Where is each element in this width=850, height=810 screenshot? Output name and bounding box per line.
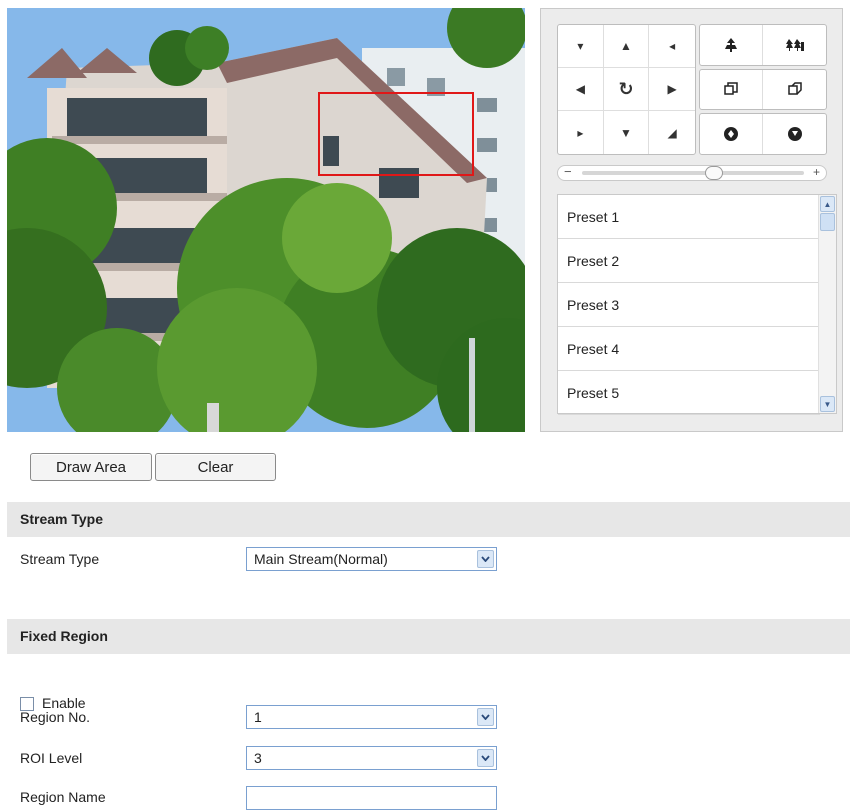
ptz-direction-pad: ▾ ▲ ◂ ◀ ↻ ▶ ▸ ▼ ◢ bbox=[557, 24, 696, 155]
stream-type-label: Stream Type bbox=[20, 551, 100, 567]
speed-slider-thumb[interactable] bbox=[705, 166, 723, 180]
arrow-right-icon: ▶ bbox=[667, 82, 677, 96]
scroll-thumb[interactable] bbox=[820, 213, 835, 231]
region-no-label: Region No. bbox=[20, 709, 91, 725]
pan-up-button[interactable]: ▲ bbox=[603, 25, 650, 68]
pan-down-button[interactable]: ▼ bbox=[604, 111, 650, 154]
speed-minus-label: − bbox=[564, 164, 572, 179]
auto-pan-button[interactable]: ↻ bbox=[603, 68, 650, 111]
arrow-down-icon: ▼ bbox=[620, 125, 632, 140]
arrow-left-icon: ◀ bbox=[575, 82, 585, 96]
iris-close-button[interactable] bbox=[763, 114, 826, 154]
ptz-function-buttons bbox=[699, 24, 827, 155]
focus-row bbox=[699, 68, 827, 111]
arrow-down-right-icon: ◢ bbox=[667, 125, 677, 140]
zoom-in-icon bbox=[725, 37, 737, 52]
stream-type-value: Main Stream(Normal) bbox=[254, 551, 388, 567]
preset-scrollbar[interactable]: ▲ ▼ bbox=[818, 195, 836, 413]
auto-rotate-icon: ↻ bbox=[618, 78, 634, 99]
preset-item[interactable]: Preset 1 bbox=[558, 195, 820, 239]
arrow-up-icon: ▲ bbox=[620, 39, 632, 53]
focus-far-icon bbox=[787, 82, 802, 96]
preset-list: Preset 1 Preset 2 Preset 3 Preset 4 Pres… bbox=[557, 194, 837, 415]
arrow-up-right-icon: ◂ bbox=[669, 39, 676, 53]
zoom-out-button[interactable] bbox=[763, 25, 826, 65]
preset-item[interactable]: Preset 5 bbox=[558, 371, 820, 415]
arrow-down-left-icon: ▸ bbox=[577, 125, 584, 140]
speed-track bbox=[582, 171, 804, 175]
scroll-up-icon[interactable]: ▲ bbox=[820, 196, 835, 212]
pan-up-right-button[interactable]: ◂ bbox=[649, 25, 695, 68]
stream-type-select[interactable]: Main Stream(Normal) bbox=[246, 547, 497, 571]
pan-down-left-button[interactable]: ▸ bbox=[558, 111, 604, 154]
ptz-control-panel: ▾ ▲ ◂ ◀ ↻ ▶ ▸ ▼ ◢ − + Preset 1 Preset 2 … bbox=[540, 8, 843, 432]
pan-up-left-button[interactable]: ▾ bbox=[558, 25, 604, 68]
iris-open-icon bbox=[724, 127, 738, 142]
focus-near-button[interactable] bbox=[700, 69, 763, 110]
pan-down-right-button[interactable]: ◢ bbox=[649, 111, 695, 154]
region-no-value: 1 bbox=[254, 709, 262, 725]
zoom-out-icon bbox=[785, 38, 804, 51]
zoom-in-button[interactable] bbox=[700, 25, 763, 65]
arrow-up-left-icon: ▾ bbox=[577, 39, 584, 53]
pan-left-button[interactable]: ◀ bbox=[558, 68, 604, 111]
preset-item[interactable]: Preset 2 bbox=[558, 239, 820, 283]
chevron-down-icon bbox=[477, 749, 494, 767]
ptz-speed-slider[interactable]: − + bbox=[557, 164, 827, 181]
stream-type-section-header: Stream Type bbox=[7, 502, 850, 537]
roi-region-box[interactable] bbox=[318, 92, 474, 176]
fixed-region-section-header: Fixed Region bbox=[7, 619, 850, 654]
live-video-view[interactable] bbox=[7, 8, 525, 432]
scroll-down-icon[interactable]: ▼ bbox=[820, 396, 835, 412]
pan-right-button[interactable]: ▶ bbox=[649, 68, 695, 111]
iris-close-icon bbox=[787, 127, 802, 142]
region-name-label: Region Name bbox=[20, 789, 106, 805]
chevron-down-icon bbox=[477, 550, 494, 568]
zoom-row bbox=[699, 24, 827, 66]
region-name-input[interactable] bbox=[246, 786, 497, 810]
iris-row bbox=[699, 113, 827, 155]
speed-plus-label: + bbox=[812, 165, 820, 179]
clear-button[interactable]: Clear bbox=[155, 453, 276, 481]
preset-item[interactable]: Preset 4 bbox=[558, 327, 820, 371]
video-frame-image bbox=[7, 8, 525, 432]
roi-level-select[interactable]: 3 bbox=[246, 746, 497, 770]
preset-item[interactable]: Preset 3 bbox=[558, 283, 820, 327]
focus-near-icon bbox=[724, 82, 738, 96]
roi-level-label: ROI Level bbox=[20, 750, 83, 766]
iris-open-button[interactable] bbox=[700, 114, 763, 154]
roi-level-value: 3 bbox=[254, 750, 262, 766]
draw-area-button[interactable]: Draw Area bbox=[30, 453, 152, 481]
region-no-select[interactable]: 1 bbox=[246, 705, 497, 729]
focus-far-button[interactable] bbox=[763, 70, 826, 110]
chevron-down-icon bbox=[477, 708, 494, 726]
